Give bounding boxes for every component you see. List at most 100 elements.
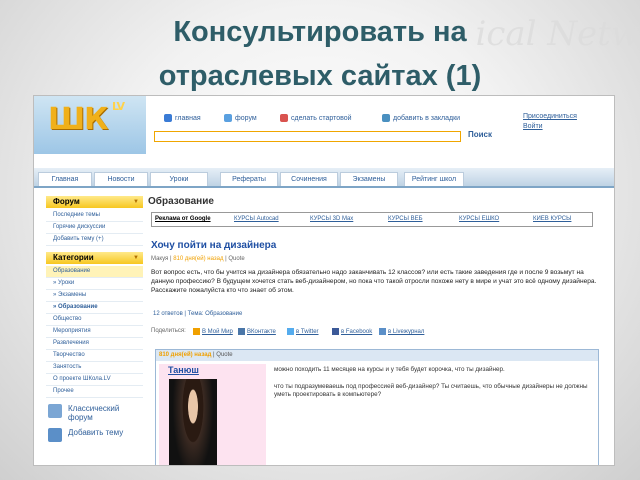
- sidebar-item-society[interactable]: Общество: [46, 314, 143, 326]
- share-moi-mir[interactable]: В Мой Мир: [193, 328, 233, 335]
- auth-links: Присоединиться Войти: [523, 112, 577, 132]
- post-quote-link[interactable]: Quote: [216, 352, 232, 358]
- share-livejournal[interactable]: в Liveжурнал: [379, 328, 424, 335]
- post-message-line2: что ты подразумеваешь под профессией веб…: [274, 382, 588, 399]
- share-twitter[interactable]: в Twitter: [287, 328, 319, 335]
- login-link[interactable]: Войти: [523, 122, 577, 132]
- reply-post: 810 дня(ей) назад | Quote Танюш можно по…: [155, 349, 599, 465]
- sidebar-item-add-topic[interactable]: Добавить тему (+): [46, 234, 143, 246]
- main-content: Образование Реклама от Google КУРСЫ Auto…: [148, 196, 614, 465]
- sidebar: Форум ▼ Последние темы Горячие дискуссии …: [46, 196, 143, 448]
- ad-link-autocad[interactable]: КУРСЫ Autocad: [234, 213, 279, 226]
- twitter-icon: [287, 328, 294, 335]
- join-link[interactable]: Присоединиться: [523, 112, 577, 122]
- sidebar-item-education[interactable]: Образование: [46, 266, 143, 278]
- moimir-icon: [193, 328, 200, 335]
- topnav-forum[interactable]: форум: [224, 114, 257, 122]
- topic-time: 810 дня(ей) назад: [173, 256, 224, 262]
- facebook-icon: [332, 328, 339, 335]
- sidebar-item-about[interactable]: О проекте ШКола.LV: [46, 374, 143, 386]
- share-facebook[interactable]: в Facebook: [332, 328, 372, 335]
- background-watermark: ical Netw: [475, 14, 640, 54]
- sidebar-item-events[interactable]: Мероприятия: [46, 326, 143, 338]
- bookmark-icon: [382, 114, 390, 122]
- topnav-label: сделать стартовой: [291, 114, 352, 122]
- ad-link-kiev[interactable]: КИЕВ КУРСЫ: [533, 213, 571, 226]
- share-label-twitter: в Twitter: [296, 329, 319, 336]
- ads-by-google[interactable]: Реклама от Google: [155, 213, 211, 226]
- topnav-make-start[interactable]: сделать стартовой: [280, 114, 352, 122]
- post-message-line1: можно походить 11 месяцев на курсы и у т…: [274, 366, 505, 373]
- share-label-facebook: в Facebook: [341, 329, 373, 336]
- sidebar-categories-heading[interactable]: Категории ▼: [46, 252, 143, 264]
- topnav-label: добавить в закладки: [393, 114, 461, 122]
- classic-forum-label: Классический форум: [68, 404, 120, 422]
- search-button[interactable]: Поиск: [468, 130, 492, 139]
- topic-body: Вот вопрос есть, что бы учится на дизайн…: [151, 269, 597, 295]
- tab-lessons[interactable]: Уроки: [150, 172, 208, 186]
- post-author-name[interactable]: Танюш: [168, 365, 199, 375]
- website-screenshot: ШК LV главная форум сделать стартовой до…: [33, 95, 615, 466]
- post-message: можно походить 11 месяцев на курсы и у т…: [274, 366, 594, 408]
- sidebar-item-exams[interactable]: » Экзамены: [46, 290, 143, 302]
- search-input[interactable]: [154, 131, 461, 142]
- logo-sub: LV: [112, 100, 125, 113]
- avatar: [169, 379, 217, 465]
- home-icon: [164, 114, 172, 122]
- sidebar-item-other[interactable]: Прочее: [46, 386, 143, 398]
- vk-icon: [238, 328, 245, 335]
- ad-link-web[interactable]: КУРСЫ ВЕБ: [388, 213, 423, 226]
- categories-heading-label: Категории: [53, 253, 94, 262]
- logo-text: ШК: [48, 102, 109, 137]
- tab-home[interactable]: Главная: [38, 172, 92, 186]
- tab-compositions[interactable]: Сочинения: [280, 172, 338, 186]
- sidebar-item-hot[interactable]: Горячие дискуссии: [46, 222, 143, 234]
- tab-essays[interactable]: Рефераты: [220, 172, 278, 186]
- forum-icon: [224, 114, 232, 122]
- add-topic-icon: [48, 428, 62, 442]
- start-page-icon: [280, 114, 288, 122]
- topnav-bookmark[interactable]: добавить в закладки: [382, 114, 460, 122]
- topic-meta: Макуя | 810 дня(ей) назад | Quote: [151, 256, 245, 262]
- tab-news[interactable]: Новости: [94, 172, 148, 186]
- ad-link-3dmax[interactable]: КУРСЫ 3D Max: [310, 213, 353, 226]
- post-author-panel: Танюш: [159, 364, 266, 465]
- forum-grid-icon: [48, 404, 62, 418]
- share-label: Поделиться:: [151, 328, 186, 334]
- chevron-down-icon: ▼: [133, 255, 139, 261]
- topnav-home[interactable]: главная: [164, 114, 201, 122]
- sidebar-item-creativity[interactable]: Творчество: [46, 350, 143, 362]
- share-label-moimir: В Мой Мир: [202, 329, 233, 336]
- ad-link-eshko[interactable]: КУРСЫ ЕШКО: [459, 213, 499, 226]
- topnav-label: форум: [235, 114, 257, 122]
- share-vkontakte[interactable]: ВКонтакте: [238, 328, 276, 335]
- quote-link[interactable]: Quote: [228, 256, 244, 262]
- tab-school-rating[interactable]: Рейтинг школ: [404, 172, 464, 186]
- section-title: Образование: [148, 196, 214, 207]
- topic-title[interactable]: Хочу пойти на дизайнера: [151, 240, 276, 251]
- add-topic-link[interactable]: Добавить тему: [46, 426, 143, 448]
- post-time: 810 дня(ей) назад: [159, 352, 212, 358]
- sidebar-forum-heading[interactable]: Форум ▼: [46, 196, 143, 208]
- chevron-down-icon: ▼: [133, 199, 139, 205]
- livejournal-icon: [379, 328, 386, 335]
- replies-link[interactable]: 12 ответов | Тема: Образование: [153, 311, 242, 317]
- forum-heading-label: Форум: [53, 197, 80, 206]
- tab-exams[interactable]: Экзамены: [340, 172, 398, 186]
- post-header: 810 дня(ей) назад | Quote: [156, 350, 598, 361]
- sidebar-item-sub-education[interactable]: » Образование: [46, 302, 143, 314]
- classic-forum-link[interactable]: Классический форум: [46, 402, 143, 426]
- sidebar-item-lessons[interactable]: » Уроки: [46, 278, 143, 290]
- main-menu: Главная Новости Уроки Рефераты Сочинения…: [34, 168, 614, 188]
- ad-bar: Реклама от Google КУРСЫ Autocad КУРСЫ 3D…: [151, 212, 593, 227]
- topnav-label: главная: [175, 114, 201, 122]
- share-label-lj: в Liveжурнал: [388, 329, 425, 336]
- site-logo[interactable]: ШК LV: [34, 96, 146, 154]
- share-label-vk: ВКонтакте: [247, 329, 276, 336]
- add-topic-label: Добавить тему: [68, 428, 124, 437]
- topic-author[interactable]: Макуя: [151, 256, 168, 262]
- sidebar-item-entertainment[interactable]: Развлечения: [46, 338, 143, 350]
- slide-title-line2: отраслевых сайтах (1): [158, 60, 482, 92]
- sidebar-item-latest[interactable]: Последние темы: [46, 210, 143, 222]
- sidebar-item-employment[interactable]: Занятость: [46, 362, 143, 374]
